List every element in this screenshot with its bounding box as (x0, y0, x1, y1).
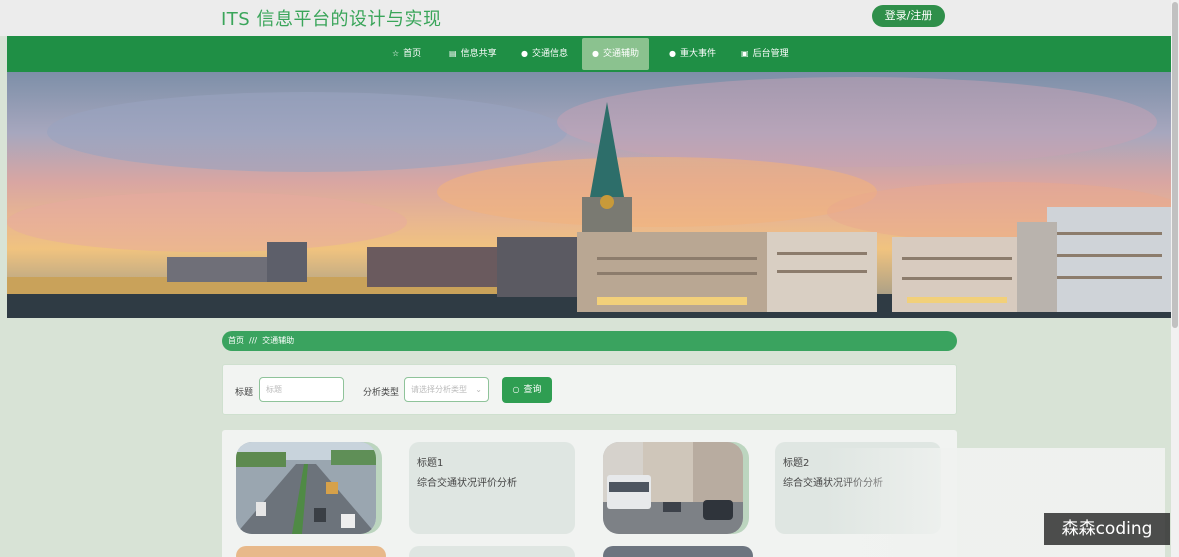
lock-icon: ▣ (741, 49, 749, 58)
card-image-partial[interactable] (236, 546, 386, 557)
title-search-input[interactable]: 标题 (259, 377, 344, 402)
nav-item-label: 交通信息 (531, 49, 568, 59)
nav-item-label: 交通辅助 (602, 49, 639, 59)
card-type: 综合交通状况评价分析 (417, 478, 517, 489)
breadcrumb-current: 交通辅助 (262, 336, 295, 345)
query-button[interactable]: ○ 查询 (502, 377, 552, 403)
watermark: 森森coding (1044, 513, 1170, 545)
login-register-button[interactable]: 登录/注册 (872, 5, 945, 27)
nav-item-label: 后台管理 (752, 49, 789, 59)
nav-item-label: 重大事件 (679, 49, 716, 59)
info-icon: ● (521, 49, 528, 58)
card-body[interactable]: 标题1 综合交通状况评价分析 (409, 442, 575, 534)
nav-item-major-events[interactable]: ● 重大事件 (659, 36, 726, 72)
top-header: ITS 信息平台的设计与实现 登录/注册 (0, 0, 1179, 36)
nav-item-label: 信息共享 (460, 49, 497, 59)
card-image-road[interactable] (236, 442, 376, 534)
breadcrumb-home[interactable]: 首页 (228, 336, 244, 345)
chevron-down-icon: ⌄ (475, 385, 482, 394)
card-title: 标题2 (783, 458, 810, 469)
main-nav: ☆ 首页 ▤ 信息共享 ● 交通信息 ● 交通辅助 ● 重大事件 ▣ 后台管理 (7, 36, 1172, 72)
query-label: 查询 (523, 385, 542, 395)
analysis-type-label: 分析类型 (363, 388, 400, 398)
title-label: 标题 (235, 388, 254, 398)
scrollbar-thumb[interactable] (1172, 2, 1178, 328)
nav-item-label: 首页 (403, 49, 422, 59)
page-scrollbar[interactable] (1171, 0, 1179, 557)
search-panel: 标题 标题 分析类型 请选择分析类型 ⌄ ○ 查询 (222, 364, 957, 415)
nav-item-traffic-info[interactable]: ● 交通信息 (511, 36, 578, 72)
alert-icon: ● (669, 49, 676, 58)
nav-item-info-share[interactable]: ▤ 信息共享 (439, 36, 507, 72)
nav-item-home[interactable]: ☆ 首页 (382, 36, 431, 72)
title-placeholder: 标题 (266, 385, 282, 394)
hero-banner-image (7, 72, 1172, 318)
card-image-bus[interactable] (603, 442, 743, 534)
type-placeholder: 请选择分析类型 (411, 385, 467, 394)
breadcrumb-separator: /// (249, 336, 258, 345)
site-title: ITS 信息平台的设计与实现 (221, 9, 442, 30)
nav-item-admin[interactable]: ▣ 后台管理 (731, 36, 799, 72)
trash-icon: ▤ (449, 49, 457, 58)
card-title: 标题1 (417, 458, 444, 469)
nav-item-traffic-assist[interactable]: ● 交通辅助 (582, 38, 649, 70)
analysis-type-select[interactable]: 请选择分析类型 ⌄ (404, 377, 489, 402)
search-icon: ○ (512, 385, 520, 394)
star-icon: ☆ (392, 49, 400, 58)
card-image-partial[interactable] (603, 546, 753, 557)
breadcrumb: 首页 /// 交通辅助 (222, 331, 957, 351)
card-body-partial[interactable] (409, 546, 575, 557)
question-icon: ● (592, 49, 599, 58)
